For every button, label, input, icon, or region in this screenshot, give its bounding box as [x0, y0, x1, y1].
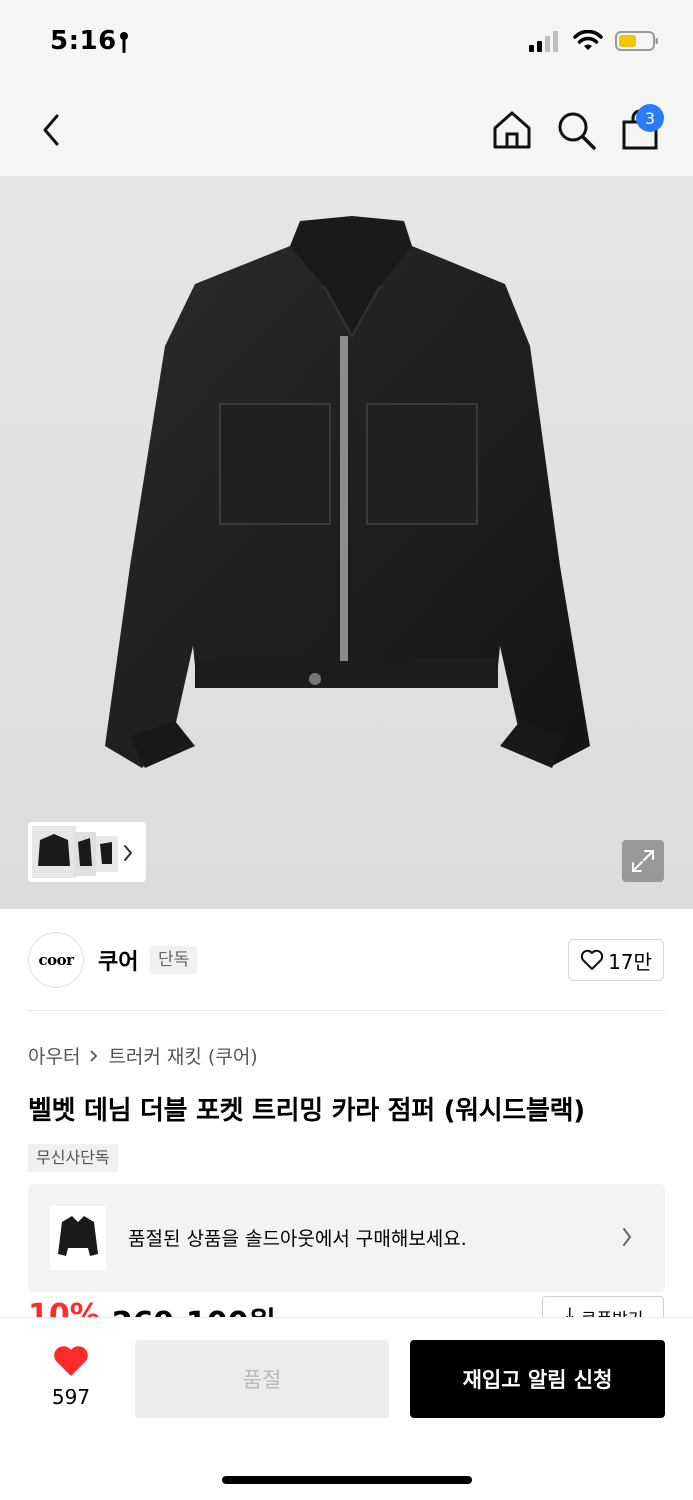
heart-filled-icon[interactable]	[52, 1344, 90, 1378]
status-time: 5:16	[50, 26, 117, 56]
location-pin-icon	[120, 32, 128, 53]
heart-outline-icon	[580, 949, 604, 970]
chevron-right-icon	[90, 1049, 98, 1062]
product-image-gallery[interactable]	[0, 176, 693, 909]
thumbnail-jacket-front	[32, 826, 118, 878]
status-indicators	[529, 30, 659, 52]
search-icon[interactable]	[554, 108, 598, 152]
chevron-left-icon	[43, 114, 59, 146]
breadcrumb-item[interactable]: 트러커 재킷 (쿠어)	[108, 1042, 257, 1069]
expand-image-button[interactable]	[622, 840, 664, 882]
resale-banner[interactable]: 품절된 상품을 솔드아웃에서 구매해보세요.	[28, 1184, 665, 1292]
cart-count-badge: 3	[636, 104, 664, 132]
brand-name[interactable]: 쿠어	[98, 944, 138, 976]
jacket-thumbnail-image	[58, 1216, 98, 1256]
resale-thumbnail	[50, 1206, 106, 1270]
exclusive-badge: 무신사단독	[28, 1144, 118, 1172]
resale-text: 품절된 상품을 솔드아웃에서 구매해보세요.	[128, 1228, 467, 1250]
chevron-right-icon[interactable]	[120, 842, 136, 864]
brand-exclusive-tag: 단독	[150, 946, 198, 974]
battery-icon	[615, 31, 658, 51]
home-indicator	[222, 1476, 472, 1484]
wish-count: 597	[51, 1385, 91, 1409]
product-title: 벨벳 데님 더블 포켓 트리밍 카라 점퍼 (워시드블랙)	[28, 1096, 585, 1126]
divider	[28, 1010, 665, 1011]
chevron-right-icon	[623, 1228, 632, 1246]
wifi-icon	[573, 30, 603, 50]
breadcrumb: 아우터 트러커 재킷 (쿠어)	[28, 1042, 258, 1069]
brand-logo[interactable]: coor	[28, 932, 84, 988]
nav-bar	[0, 88, 693, 176]
product-jacket-image	[105, 216, 590, 768]
home-icon[interactable]	[490, 108, 534, 152]
expand-icon	[632, 850, 654, 872]
cellular-signal-icon	[529, 31, 558, 52]
brand-like-count: 17만	[608, 949, 652, 974]
back-button[interactable]	[30, 108, 74, 152]
brand-like-button[interactable]: 17만	[568, 939, 664, 981]
breadcrumb-item[interactable]: 아우터	[28, 1042, 80, 1069]
status-bar: 5:16	[0, 0, 693, 88]
soldout-button[interactable]: 품절	[135, 1340, 389, 1418]
restock-alert-button[interactable]: 재입고 알림 신청	[410, 1340, 665, 1418]
